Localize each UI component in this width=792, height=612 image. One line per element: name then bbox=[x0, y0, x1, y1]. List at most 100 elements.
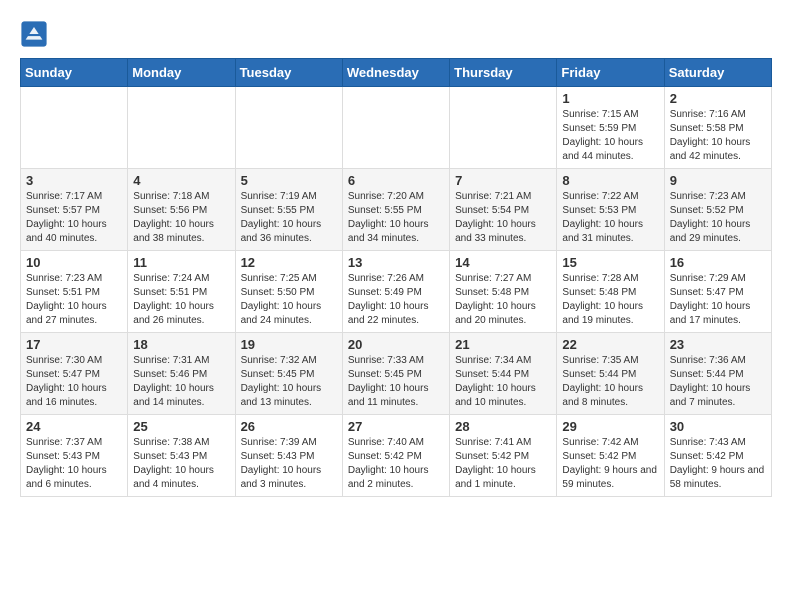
day-info: Sunrise: 7:16 AM Sunset: 5:58 PM Dayligh… bbox=[670, 108, 766, 164]
day-number: 29 bbox=[562, 419, 658, 434]
day-number: 17 bbox=[26, 337, 122, 352]
day-number: 9 bbox=[670, 173, 766, 188]
week-row-2: 3 Sunrise: 7:17 AM Sunset: 5:57 PM Daylig… bbox=[21, 169, 772, 251]
day-number: 3 bbox=[26, 173, 122, 188]
day-info: Sunrise: 7:41 AM Sunset: 5:42 PM Dayligh… bbox=[455, 436, 551, 492]
calendar-cell: 13 Sunrise: 7:26 AM Sunset: 5:49 PM Dayli… bbox=[342, 251, 449, 333]
day-info: Sunrise: 7:37 AM Sunset: 5:43 PM Dayligh… bbox=[26, 436, 122, 492]
calendar-cell: 14 Sunrise: 7:27 AM Sunset: 5:48 PM Dayli… bbox=[450, 251, 557, 333]
calendar-cell: 21 Sunrise: 7:34 AM Sunset: 5:44 PM Dayli… bbox=[450, 333, 557, 415]
week-row-1: 1 Sunrise: 7:15 AM Sunset: 5:59 PM Daylig… bbox=[21, 87, 772, 169]
calendar-cell: 18Sunrise: 7:31 AM Sunset: 5:46 PM Dayli… bbox=[128, 333, 235, 415]
calendar-cell: 7Sunrise: 7:21 AM Sunset: 5:54 PM Daylig… bbox=[450, 169, 557, 251]
calendar-body: 1 Sunrise: 7:15 AM Sunset: 5:59 PM Daylig… bbox=[21, 87, 772, 497]
day-info: Sunrise: 7:35 AM Sunset: 5:44 PM Dayligh… bbox=[562, 354, 658, 410]
day-number: 16 bbox=[670, 255, 766, 270]
day-number: 21 bbox=[455, 337, 551, 352]
day-number: 6 bbox=[348, 173, 444, 188]
day-info: Sunrise: 7:21 AM Sunset: 5:54 PM Dayligh… bbox=[455, 190, 551, 246]
weekday-friday: Friday bbox=[557, 59, 664, 87]
week-row-4: 17 Sunrise: 7:30 AM Sunset: 5:47 PM Dayli… bbox=[21, 333, 772, 415]
day-number: 23 bbox=[670, 337, 766, 352]
week-row-3: 10Sunrise: 7:23 AM Sunset: 5:51 PM Dayli… bbox=[21, 251, 772, 333]
calendar-cell: 15Sunrise: 7:28 AM Sunset: 5:48 PM Dayli… bbox=[557, 251, 664, 333]
day-number: 8 bbox=[562, 173, 658, 188]
day-info: Sunrise: 7:36 AM Sunset: 5:44 PM Dayligh… bbox=[670, 354, 766, 410]
calendar-cell bbox=[21, 87, 128, 169]
day-number: 15 bbox=[562, 255, 658, 270]
day-number: 27 bbox=[348, 419, 444, 434]
day-info: Sunrise: 7:38 AM Sunset: 5:43 PM Dayligh… bbox=[133, 436, 229, 492]
calendar-cell: 29 Sunrise: 7:42 AM Sunset: 5:42 PM Dayli… bbox=[557, 415, 664, 497]
calendar-cell: 16 Sunrise: 7:29 AM Sunset: 5:47 PM Dayli… bbox=[664, 251, 771, 333]
calendar-cell: 5Sunrise: 7:19 AM Sunset: 5:55 PM Daylig… bbox=[235, 169, 342, 251]
day-info: Sunrise: 7:27 AM Sunset: 5:48 PM Dayligh… bbox=[455, 272, 551, 328]
day-info: Sunrise: 7:20 AM Sunset: 5:55 PM Dayligh… bbox=[348, 190, 444, 246]
day-number: 24 bbox=[26, 419, 122, 434]
calendar-cell: 6 Sunrise: 7:20 AM Sunset: 5:55 PM Daylig… bbox=[342, 169, 449, 251]
calendar-cell: 24 Sunrise: 7:37 AM Sunset: 5:43 PM Dayli… bbox=[21, 415, 128, 497]
day-number: 20 bbox=[348, 337, 444, 352]
calendar-cell: 12Sunrise: 7:25 AM Sunset: 5:50 PM Dayli… bbox=[235, 251, 342, 333]
day-info: Sunrise: 7:32 AM Sunset: 5:45 PM Dayligh… bbox=[241, 354, 337, 410]
day-info: Sunrise: 7:23 AM Sunset: 5:51 PM Dayligh… bbox=[26, 272, 122, 328]
weekday-saturday: Saturday bbox=[664, 59, 771, 87]
day-info: Sunrise: 7:40 AM Sunset: 5:42 PM Dayligh… bbox=[348, 436, 444, 492]
calendar-cell: 28Sunrise: 7:41 AM Sunset: 5:42 PM Dayli… bbox=[450, 415, 557, 497]
calendar-cell: 22 Sunrise: 7:35 AM Sunset: 5:44 PM Dayli… bbox=[557, 333, 664, 415]
day-info: Sunrise: 7:43 AM Sunset: 5:42 PM Dayligh… bbox=[670, 436, 766, 492]
day-number: 12 bbox=[241, 255, 337, 270]
day-number: 14 bbox=[455, 255, 551, 270]
calendar-cell: 17 Sunrise: 7:30 AM Sunset: 5:47 PM Dayli… bbox=[21, 333, 128, 415]
day-info: Sunrise: 7:34 AM Sunset: 5:44 PM Dayligh… bbox=[455, 354, 551, 410]
day-number: 13 bbox=[348, 255, 444, 270]
day-number: 18 bbox=[133, 337, 229, 352]
day-info: Sunrise: 7:18 AM Sunset: 5:56 PM Dayligh… bbox=[133, 190, 229, 246]
calendar-header: SundayMondayTuesdayWednesdayThursdayFrid… bbox=[21, 59, 772, 87]
day-number: 22 bbox=[562, 337, 658, 352]
day-info: Sunrise: 7:39 AM Sunset: 5:43 PM Dayligh… bbox=[241, 436, 337, 492]
calendar-cell bbox=[128, 87, 235, 169]
calendar-cell: 26 Sunrise: 7:39 AM Sunset: 5:43 PM Dayli… bbox=[235, 415, 342, 497]
day-number: 1 bbox=[562, 91, 658, 106]
day-number: 30 bbox=[670, 419, 766, 434]
calendar-cell: 27 Sunrise: 7:40 AM Sunset: 5:42 PM Dayli… bbox=[342, 415, 449, 497]
day-info: Sunrise: 7:33 AM Sunset: 5:45 PM Dayligh… bbox=[348, 354, 444, 410]
day-info: Sunrise: 7:26 AM Sunset: 5:49 PM Dayligh… bbox=[348, 272, 444, 328]
day-number: 26 bbox=[241, 419, 337, 434]
calendar-cell: 9 Sunrise: 7:23 AM Sunset: 5:52 PM Daylig… bbox=[664, 169, 771, 251]
weekday-wednesday: Wednesday bbox=[342, 59, 449, 87]
calendar-cell bbox=[342, 87, 449, 169]
day-number: 25 bbox=[133, 419, 229, 434]
calendar-table: SundayMondayTuesdayWednesdayThursdayFrid… bbox=[20, 58, 772, 497]
weekday-sunday: Sunday bbox=[21, 59, 128, 87]
day-info: Sunrise: 7:17 AM Sunset: 5:57 PM Dayligh… bbox=[26, 190, 122, 246]
logo bbox=[20, 20, 50, 48]
calendar-cell: 1 Sunrise: 7:15 AM Sunset: 5:59 PM Daylig… bbox=[557, 87, 664, 169]
day-info: Sunrise: 7:30 AM Sunset: 5:47 PM Dayligh… bbox=[26, 354, 122, 410]
calendar-cell: 25 Sunrise: 7:38 AM Sunset: 5:43 PM Dayli… bbox=[128, 415, 235, 497]
weekday-header-row: SundayMondayTuesdayWednesdayThursdayFrid… bbox=[21, 59, 772, 87]
day-number: 11 bbox=[133, 255, 229, 270]
weekday-thursday: Thursday bbox=[450, 59, 557, 87]
calendar-cell bbox=[235, 87, 342, 169]
day-info: Sunrise: 7:42 AM Sunset: 5:42 PM Dayligh… bbox=[562, 436, 658, 492]
calendar-cell: 3 Sunrise: 7:17 AM Sunset: 5:57 PM Daylig… bbox=[21, 169, 128, 251]
day-info: Sunrise: 7:29 AM Sunset: 5:47 PM Dayligh… bbox=[670, 272, 766, 328]
calendar-cell: 23 Sunrise: 7:36 AM Sunset: 5:44 PM Dayli… bbox=[664, 333, 771, 415]
day-info: Sunrise: 7:15 AM Sunset: 5:59 PM Dayligh… bbox=[562, 108, 658, 164]
week-row-5: 24 Sunrise: 7:37 AM Sunset: 5:43 PM Dayli… bbox=[21, 415, 772, 497]
day-info: Sunrise: 7:23 AM Sunset: 5:52 PM Dayligh… bbox=[670, 190, 766, 246]
weekday-monday: Monday bbox=[128, 59, 235, 87]
calendar-cell: 30 Sunrise: 7:43 AM Sunset: 5:42 PM Dayli… bbox=[664, 415, 771, 497]
page-header bbox=[20, 20, 772, 48]
calendar-cell bbox=[450, 87, 557, 169]
day-info: Sunrise: 7:24 AM Sunset: 5:51 PM Dayligh… bbox=[133, 272, 229, 328]
calendar-cell: 2Sunrise: 7:16 AM Sunset: 5:58 PM Daylig… bbox=[664, 87, 771, 169]
weekday-tuesday: Tuesday bbox=[235, 59, 342, 87]
day-number: 4 bbox=[133, 173, 229, 188]
logo-icon bbox=[20, 20, 48, 48]
calendar-cell: 20 Sunrise: 7:33 AM Sunset: 5:45 PM Dayli… bbox=[342, 333, 449, 415]
day-info: Sunrise: 7:19 AM Sunset: 5:55 PM Dayligh… bbox=[241, 190, 337, 246]
calendar-cell: 8Sunrise: 7:22 AM Sunset: 5:53 PM Daylig… bbox=[557, 169, 664, 251]
